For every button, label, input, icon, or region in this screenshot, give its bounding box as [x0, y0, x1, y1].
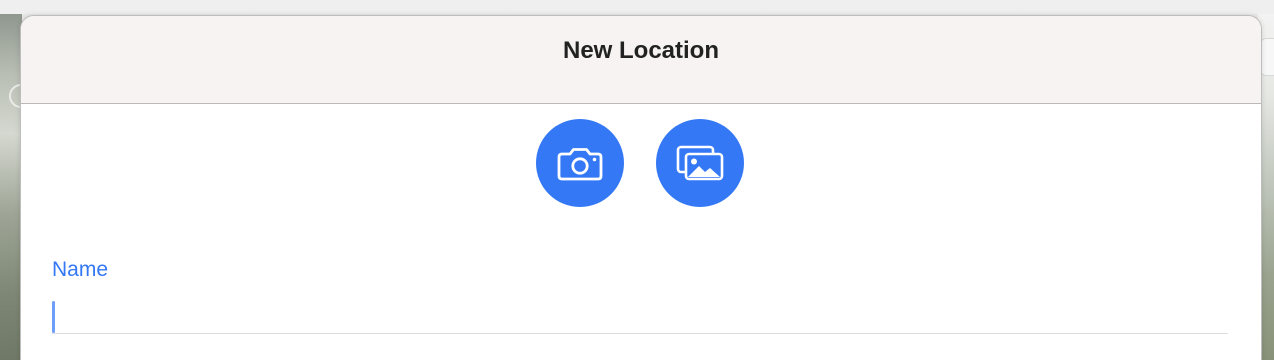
background-search-field: [1260, 38, 1274, 76]
text-cursor: [52, 301, 55, 333]
sheet-header: New Location: [21, 16, 1261, 104]
name-input[interactable]: [52, 298, 1228, 334]
background-toolbar: [0, 0, 1274, 14]
background-image-left: [0, 14, 22, 360]
photo-library-icon: [676, 145, 724, 181]
choose-photo-button[interactable]: [656, 119, 744, 207]
new-location-sheet: New Location Name: [20, 15, 1262, 360]
name-field-label: Name: [52, 258, 109, 281]
sheet-title: New Location: [562, 37, 719, 64]
take-photo-button[interactable]: [536, 119, 624, 207]
camera-icon: [557, 148, 603, 181]
